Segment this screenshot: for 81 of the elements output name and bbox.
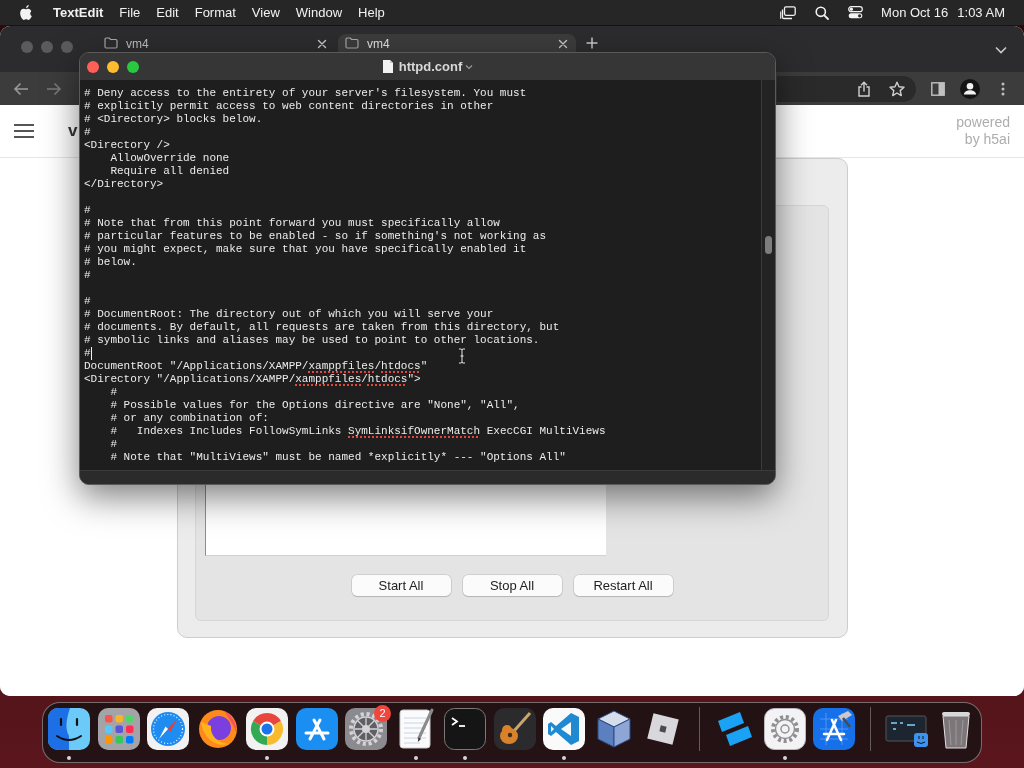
code-line: # Indexes Includes FollowSymLinks SymLinksifOwnerMatch ExecCGI MultiViews — [109, 425, 606, 438]
profile-icon[interactable] — [960, 78, 980, 99]
toggle-switches-icon[interactable] — [848, 6, 864, 19]
stacked-windows-icon[interactable] — [780, 5, 797, 20]
new-tab-icon[interactable] — [586, 37, 598, 49]
code-line: # explicitly permit access to web content directories in other — [84, 100, 494, 113]
page-title: v — [68, 120, 78, 143]
close-window-icon[interactable] — [87, 60, 99, 73]
compass-icon[interactable] — [146, 707, 190, 751]
code-line: # — [109, 438, 117, 451]
code-line: AllowOverride none — [109, 152, 230, 165]
menu-item[interactable]: Window — [287, 0, 351, 25]
hammer-icon[interactable] — [812, 707, 857, 751]
code-line: # particular features to be enabled - so if something's not working as — [84, 230, 547, 243]
menu-item[interactable]: File — [111, 0, 149, 25]
code-line: # Possible values for the Options directive are "None", "All", — [109, 399, 520, 412]
back-arrow-icon[interactable] — [13, 81, 29, 96]
app-grid-icon[interactable] — [96, 707, 141, 751]
stop-all-button[interactable]: Stop All — [462, 575, 562, 596]
menu-item[interactable]: View — [243, 0, 288, 25]
code-line: # documents. By default, all requests are taken from this directory, but — [84, 321, 560, 334]
code-line: <Directory /> — [84, 139, 170, 152]
search-icon[interactable] — [815, 5, 830, 20]
code-line: Require all denied — [109, 165, 230, 178]
menu-item[interactable]: Format — [186, 0, 244, 25]
restart-all-button[interactable]: Restart All — [573, 575, 673, 596]
code-line: # — [84, 204, 91, 217]
code-line: # DocumentRoot: The directory out of which you will serve your — [84, 308, 494, 321]
forward-arrow-icon[interactable] — [46, 81, 62, 96]
code-line: # — [84, 295, 91, 308]
minimize-window-icon[interactable] — [107, 60, 119, 73]
code-line: # <Directory> blocks below. — [84, 113, 263, 126]
browser-tab[interactable]: vm4 — [338, 34, 576, 52]
code-line: # — [109, 386, 117, 399]
terminal-prompt-icon[interactable] — [443, 707, 487, 751]
apple-icon[interactable] — [19, 4, 33, 21]
sidebar-icon[interactable] — [931, 81, 945, 96]
notification-count: 2 — [374, 705, 391, 722]
code-line: # — [84, 347, 91, 360]
chevron-down-icon[interactable] — [465, 63, 474, 70]
start-all-button[interactable]: Start All — [351, 575, 451, 596]
gear-icon[interactable] — [762, 707, 807, 751]
code-line: # Note that "MultiViews" must be named *explicitly* --- "Options All" — [109, 451, 566, 464]
code-line: <Directory "/Applications/XAMPP/xamppfiles/htdocs"> — [84, 373, 421, 386]
folder-icon — [104, 37, 118, 49]
ribbon-logo-icon[interactable] — [542, 707, 586, 751]
star-icon[interactable] — [889, 80, 905, 97]
gear-icon[interactable] — [344, 707, 388, 751]
close-icon[interactable] — [556, 37, 570, 51]
code-line: </Directory> — [84, 178, 164, 191]
window-title: httpd.conf — [398, 57, 463, 76]
code-line: # Deny access to the entirety of your server's filesystem. You must — [84, 87, 527, 100]
clock-time[interactable]: 1:03 AM — [957, 2, 1005, 23]
code-line: # you might expect, make sure that you have specifically enabled it — [84, 243, 527, 256]
code-line: # below. — [84, 256, 137, 269]
scrollbar-thumb[interactable] — [765, 236, 772, 254]
share-icon[interactable] — [857, 80, 871, 97]
folder-icon — [345, 37, 359, 49]
code-line: # — [84, 269, 91, 282]
credit-text: powered by h5ai — [955, 114, 1010, 148]
menu-item[interactable]: Edit — [148, 0, 187, 25]
address-bar[interactable] — [777, 75, 916, 102]
menu-icon[interactable] — [14, 124, 34, 138]
smiling-face-icon[interactable] — [47, 707, 91, 751]
menu-item[interactable]: Help — [350, 0, 393, 25]
code-line: # symbolic links and aliases may be used to point to other locations. — [84, 334, 540, 347]
clock-date[interactable]: Mon Oct 16 — [881, 2, 949, 23]
code-line: # — [84, 126, 91, 139]
zoom-window-icon[interactable] — [127, 60, 139, 73]
code-line: # or any combination of: — [109, 412, 269, 425]
more-menu-icon[interactable] — [1001, 81, 1005, 96]
chevron-down-icon[interactable] — [995, 46, 1007, 54]
guitar-icon[interactable] — [492, 707, 537, 751]
app-menu[interactable]: TextEdit — [45, 0, 112, 25]
pencil-a-icon[interactable] — [294, 707, 339, 751]
code-line: DocumentRoot "/Applications/XAMPP/xamppfiles/htdocs" — [84, 360, 428, 373]
text-cursor-icon — [458, 348, 466, 364]
code-line: # Note that from this point forward you must specifically allow — [84, 217, 500, 230]
close-icon[interactable] — [315, 37, 329, 51]
document-icon — [381, 59, 394, 74]
browser-tab[interactable]: vm4 — [97, 34, 335, 52]
